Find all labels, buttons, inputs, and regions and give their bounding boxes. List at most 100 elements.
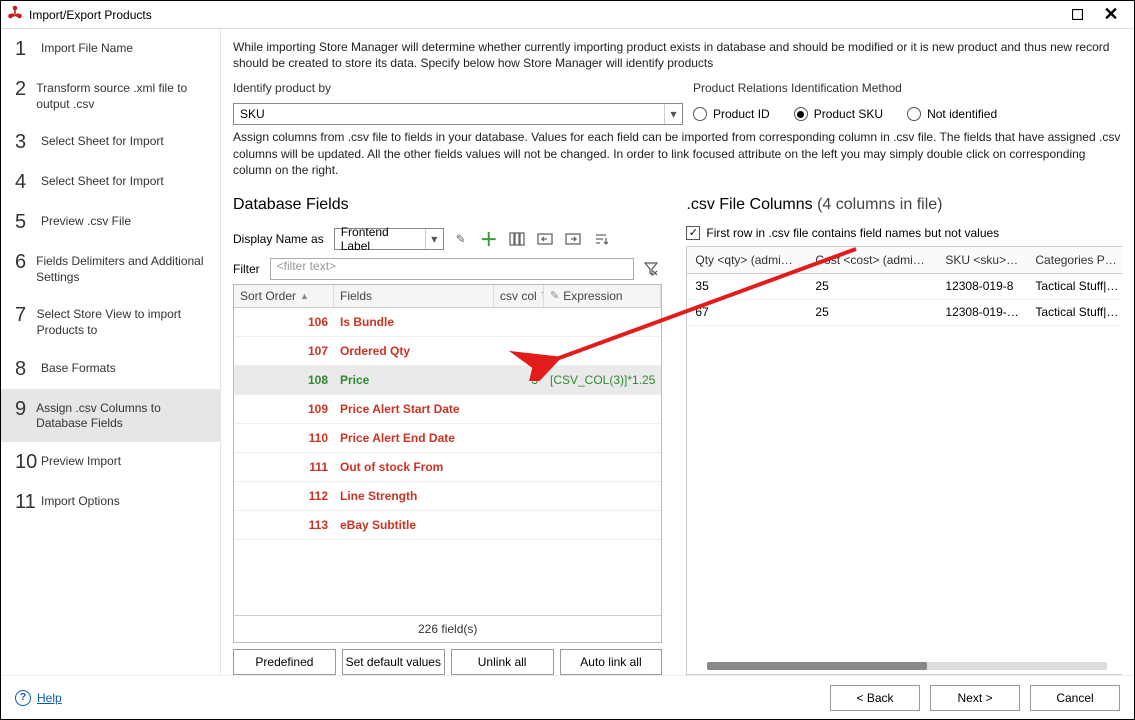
step-label: Preview Import	[41, 452, 121, 470]
link-left-icon[interactable]	[534, 228, 556, 250]
wizard-step-8[interactable]: 8Base Formats	[1, 349, 220, 389]
relation-method-label: Product Relations Identification Method	[693, 81, 902, 95]
field-name: Out of stock From	[334, 460, 494, 474]
close-button[interactable]: ✕	[1094, 5, 1128, 25]
col-expression[interactable]: ✎ Expression	[544, 285, 661, 307]
step-label: Import File Name	[41, 39, 133, 57]
radio-label: Product SKU	[814, 107, 883, 121]
wizard-step-2[interactable]: 2Transform source .xml file to output .c…	[1, 69, 220, 122]
wizard-step-9[interactable]: 9Assign .csv Columns to Database Fields	[1, 389, 220, 442]
main-pane: While importing Store Manager will deter…	[221, 29, 1134, 675]
wizard-step-7[interactable]: 7Select Store View to import Products to	[1, 295, 220, 348]
first-row-checkbox[interactable]: ✓ First row in .csv file contains field …	[686, 226, 1122, 240]
wizard-step-3[interactable]: 3Select Sheet for Import	[1, 122, 220, 162]
radio-product-sku[interactable]: Product SKU	[794, 107, 883, 121]
display-name-value: Frontend Label	[335, 225, 425, 253]
columns-icon[interactable]	[506, 228, 528, 250]
step-number: 2	[15, 79, 36, 99]
csv-cell: 12308-019-8	[937, 279, 1027, 293]
col-csv[interactable]: csv col ⇅	[494, 285, 544, 307]
filter-clear-icon[interactable]	[640, 258, 662, 280]
wizard-step-11[interactable]: 11Import Options	[1, 482, 220, 522]
field-row[interactable]: 113 eBay Subtitle	[234, 511, 661, 540]
field-name: eBay Subtitle	[334, 518, 494, 532]
add-icon[interactable]: ＋	[478, 228, 500, 250]
csv-cell: Tactical Stuff|5.11	[1027, 305, 1122, 319]
step-label: Select Store View to import Products to	[37, 305, 210, 338]
wizard-step-6[interactable]: 6Fields Delimiters and Additional Settin…	[1, 242, 220, 295]
sort-icon[interactable]	[590, 228, 612, 250]
field-row[interactable]: 106 Is Bundle	[234, 308, 661, 337]
checkbox-box: ✓	[686, 226, 700, 240]
field-row[interactable]: 108 Price 3 [CSV_COL(3)]*1.25	[234, 366, 661, 395]
step-label: Assign .csv Columns to Database Fields	[36, 399, 210, 432]
field-sort-order: 112	[234, 489, 334, 503]
csv-row[interactable]: 35 25 12308-019-8 Tactical Stuff|5.11	[687, 274, 1122, 300]
step-number: 11	[15, 492, 41, 512]
database-fields-pane: Database Fields Display Name as Frontend…	[233, 192, 662, 675]
csv-title: .csv File Columns (4 columns in file)	[686, 196, 1122, 214]
field-row[interactable]: 109 Price Alert Start Date	[234, 395, 661, 424]
radio-circle-icon	[794, 107, 808, 121]
field-row[interactable]: 107 Ordered Qty	[234, 337, 661, 366]
edit-icon[interactable]: ✎	[450, 228, 472, 250]
radio-circle-icon	[693, 107, 707, 121]
field-name: Price Alert End Date	[334, 431, 494, 445]
db-fields-header: Sort Order ▲ Fields csv col ⇅ ✎ Expressi…	[234, 285, 661, 308]
csv-cell: 67	[687, 305, 807, 319]
wizard-step-10[interactable]: 10Preview Import	[1, 442, 220, 482]
col-fields[interactable]: Fields	[334, 285, 494, 307]
csv-column-header[interactable]: Categories Path <	[1027, 247, 1122, 273]
display-name-select[interactable]: Frontend Label ▾	[334, 228, 444, 250]
window-title: Import/Export Products	[29, 8, 152, 22]
sort-asc-icon: ▲	[300, 291, 309, 301]
csv-cell: 35	[687, 279, 807, 293]
step-number: 10	[15, 452, 41, 472]
first-row-label: First row in .csv file contains field na…	[706, 226, 999, 240]
wizard-step-5[interactable]: 5Preview .csv File	[1, 202, 220, 242]
set-default-values-button[interactable]: Set default values	[342, 649, 445, 675]
relation-method-radio-group: Product ID Product SKU Not identified	[693, 107, 997, 121]
step-number: 9	[15, 399, 36, 419]
predefined-button[interactable]: Predefined	[233, 649, 336, 675]
filter-placeholder: <filter text>	[277, 259, 336, 273]
field-row[interactable]: 111 Out of stock From	[234, 453, 661, 482]
csv-columns-pane: .csv File Columns (4 columns in file) ✓ …	[686, 192, 1122, 675]
assign-help-text: Assign columns from .csv file to fields …	[233, 129, 1122, 178]
db-fields-grid: Sort Order ▲ Fields csv col ⇅ ✎ Expressi…	[233, 284, 662, 643]
auto-link-all-button[interactable]: Auto link all	[560, 649, 663, 675]
wizard-step-1[interactable]: 1Import File Name	[1, 29, 220, 69]
help-link[interactable]: ? Help	[15, 690, 62, 706]
radio-label: Product ID	[713, 107, 770, 121]
unlink-all-button[interactable]: Unlink all	[451, 649, 554, 675]
csv-row[interactable]: 67 25 12308-019-8.5 Tactical Stuff|5.11	[687, 300, 1122, 326]
field-row[interactable]: 112 Line Strength	[234, 482, 661, 511]
wizard-step-4[interactable]: 4Select Sheet for Import	[1, 162, 220, 202]
step-label: Transform source .xml file to output .cs…	[36, 79, 210, 112]
radio-not-identified[interactable]: Not identified	[907, 107, 997, 121]
horizontal-scrollbar[interactable]	[707, 662, 1107, 670]
link-right-icon[interactable]	[562, 228, 584, 250]
identify-by-value: SKU	[234, 107, 664, 121]
chevron-down-icon: ▾	[664, 104, 682, 124]
csv-column-header[interactable]: Qty <qty> (admin) (4)	[687, 247, 807, 273]
csv-column-header[interactable]: Cost <cost> (admin) (3)	[807, 247, 937, 273]
csv-cell: 25	[807, 305, 937, 319]
col-sort-order[interactable]: Sort Order ▲	[234, 285, 334, 307]
maximize-button[interactable]	[1060, 5, 1094, 25]
field-sort-order: 113	[234, 518, 334, 532]
field-row[interactable]: 110 Price Alert End Date	[234, 424, 661, 453]
field-sort-order: 110	[234, 431, 334, 445]
pencil-icon: ✎	[550, 289, 559, 302]
filter-input[interactable]: <filter text>	[270, 258, 635, 280]
next-button[interactable]: Next >	[930, 685, 1020, 711]
intro-text: While importing Store Manager will deter…	[233, 39, 1122, 71]
wizard-footer: ? Help < Back Next > Cancel	[1, 675, 1134, 719]
identify-by-select[interactable]: SKU ▾	[233, 103, 683, 125]
scrollbar-thumb[interactable]	[707, 662, 927, 670]
back-button[interactable]: < Back	[830, 685, 920, 711]
cancel-button[interactable]: Cancel	[1030, 685, 1120, 711]
field-sort-order: 108	[234, 373, 334, 387]
radio-product-id[interactable]: Product ID	[693, 107, 770, 121]
csv-column-header[interactable]: SKU <sku> (2)	[937, 247, 1027, 273]
